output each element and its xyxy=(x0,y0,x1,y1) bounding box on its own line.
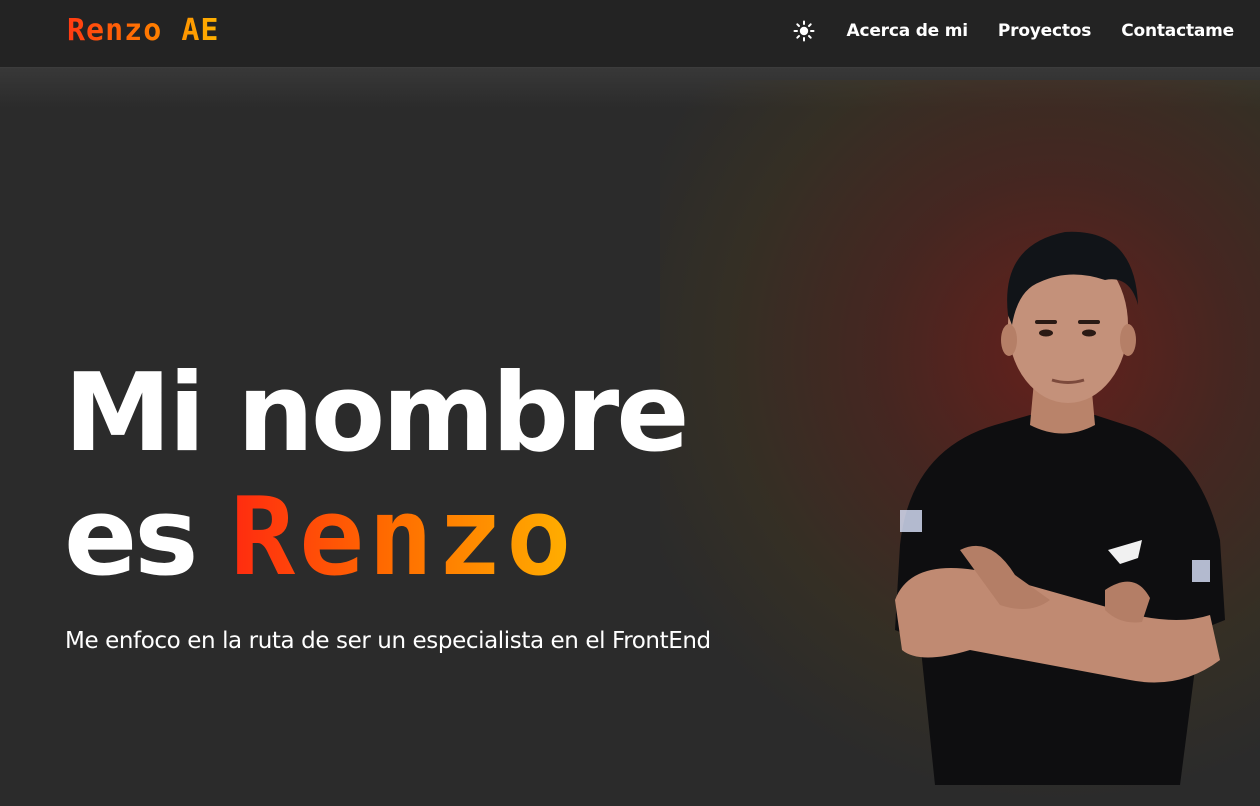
hero-title: Mi nombre es Renzo xyxy=(64,351,690,600)
navbar: Renzo AE Acerca de mi Proyectos Contacta… xyxy=(0,0,1260,68)
portrait-photo xyxy=(895,231,1225,785)
hero-title-line1: Mi nombre xyxy=(64,351,690,476)
hero-title-prefix: es xyxy=(64,475,199,600)
site-logo[interactable]: Renzo AE xyxy=(67,13,220,49)
nav-links: Acerca de mi Proyectos Contactame xyxy=(847,18,1235,44)
nav-link-contactame[interactable]: Contactame xyxy=(1121,18,1234,44)
hero-title-name: Renzo xyxy=(230,475,576,600)
nav-link-proyectos[interactable]: Proyectos xyxy=(998,18,1092,44)
nav-link-acerca[interactable]: Acerca de mi xyxy=(847,18,969,44)
sun-icon xyxy=(793,20,815,42)
hero-subtitle: Me enfoco en la ruta de ser un especiali… xyxy=(65,628,711,654)
portfolio-page: Renzo AE Acerca de mi Proyectos Contacta… xyxy=(0,0,1260,806)
theme-toggle-button[interactable] xyxy=(792,19,816,43)
hero-title-line2: es Renzo xyxy=(64,476,687,600)
